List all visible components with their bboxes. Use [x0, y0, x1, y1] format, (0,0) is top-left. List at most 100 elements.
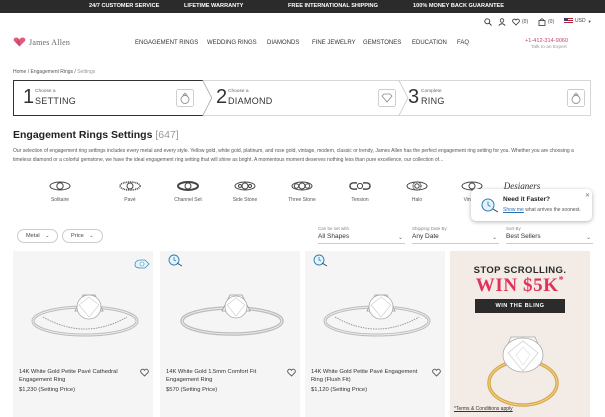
page-title: Engagement Rings Settings [647] — [13, 129, 179, 141]
breadcrumb-engagement-rings[interactable]: Engagement Rings — [31, 69, 74, 75]
cart-count: (0) — [548, 19, 555, 25]
cart-button[interactable]: (0) — [538, 18, 554, 26]
announcement-warranty: LIFETIME WARRANTY — [184, 3, 244, 9]
wishlist-count: (0) — [522, 19, 529, 25]
ring-image — [31, 294, 139, 337]
site-header: James Allen ENGAGEMENT RINGS WEDDING RIN… — [0, 13, 605, 63]
metal-filter-label: Metal — [26, 233, 40, 239]
metal-filter[interactable]: Metal ⌄ — [17, 229, 59, 243]
show-me-link[interactable]: Show me — [503, 207, 524, 213]
delivery-badge-icon — [134, 259, 150, 269]
style-solitaire[interactable]: Solitaire — [40, 180, 80, 203]
tension-ring-icon — [349, 182, 371, 190]
promo-ring-image — [487, 336, 559, 407]
style-pave[interactable]: Pavé — [110, 180, 150, 203]
promo-offer-mark: * — [558, 275, 565, 286]
search-icon — [484, 18, 492, 26]
nav-diamonds[interactable]: DIAMONDS — [267, 40, 299, 46]
ring-icon — [567, 89, 585, 107]
style-channel-set[interactable]: Channel Set — [168, 180, 208, 203]
logo-text: James Allen — [29, 37, 71, 47]
account-button[interactable] — [498, 18, 506, 26]
step-setting[interactable]: 1 Choose a SETTING — [13, 80, 208, 116]
step-subtitle: Complete — [421, 89, 442, 94]
shipping-date-value: Any Date — [412, 233, 439, 240]
currency-selector[interactable]: USD ▼ — [564, 18, 592, 24]
breadcrumb-current: Settings — [77, 69, 96, 75]
step-title: DIAMOND — [228, 96, 273, 106]
style-label: Halo — [411, 197, 423, 203]
product-card[interactable]: 14K White Gold 1.5mm Comfort Fit Engagem… — [160, 251, 300, 417]
heart-logo-icon — [13, 37, 26, 47]
fast-delivery-badge-icon — [168, 254, 183, 267]
heart-icon[interactable] — [287, 368, 296, 377]
logo[interactable]: James Allen — [13, 37, 70, 47]
style-tension[interactable]: Tension — [340, 180, 380, 203]
nav-gemstones[interactable]: GEMSTONES — [363, 40, 401, 46]
wishlist-button[interactable]: (0) — [512, 18, 528, 26]
popup-message-text: what arrives the soonest. — [523, 207, 581, 213]
product-name[interactable]: 14K White Gold Petite Pavé Engagement Ri… — [311, 368, 421, 384]
step-subtitle: Choose a — [35, 89, 56, 94]
product-name[interactable]: 14K White Gold 1.5mm Comfort Fit Engagem… — [166, 368, 276, 384]
chevron-down-icon: ⌄ — [491, 235, 497, 241]
chevron-down-icon: ⌄ — [89, 233, 94, 239]
result-count: [647] — [155, 129, 179, 141]
win-the-bling-button[interactable]: WIN THE BLING — [475, 299, 565, 313]
heart-icon[interactable] — [432, 368, 441, 377]
step-diamond[interactable]: 2 Choose a DIAMOND — [208, 80, 403, 116]
step-title: RING — [421, 96, 445, 106]
product-name[interactable]: 14K White Gold Petite Pavé Cathedral Eng… — [19, 368, 129, 384]
shipping-date-select[interactable]: Shipping Date By Any Date ⌄ — [412, 226, 499, 244]
progress-steps: 1 Choose a SETTING 2 Choose a DIAMOND 3 … — [13, 80, 591, 116]
breadcrumb-home[interactable]: Home — [13, 69, 26, 75]
style-side-stone[interactable]: Side Stone — [225, 180, 265, 203]
product-price: $1,120 (Setting Price) — [311, 387, 368, 393]
sort-select[interactable]: Sort By Best Sellers ⌄ — [506, 226, 593, 244]
chevron-down-icon: ⌄ — [45, 233, 50, 239]
style-label: Tension — [351, 197, 369, 203]
sort-label: Sort By — [506, 226, 521, 231]
product-card[interactable]: 14K White Gold Petite Pavé Engagement Ri… — [305, 251, 445, 417]
nav-education[interactable]: EDUCATION — [412, 40, 447, 46]
style-label: Pavé — [124, 197, 136, 203]
style-label: Side Stone — [232, 197, 258, 203]
heart-icon[interactable] — [140, 368, 149, 377]
announcement-service: 24/7 CUSTOMER SERVICE — [89, 3, 160, 9]
nav-wedding-rings[interactable]: WEDDING RINGS — [207, 40, 257, 46]
side-stone-ring-icon — [234, 181, 256, 191]
phone-number[interactable]: +1-412-314-9060 — [525, 38, 568, 44]
close-icon[interactable]: ✕ — [585, 192, 590, 199]
product-price: $1,230 (Setting Price) — [19, 387, 76, 393]
price-filter[interactable]: Price ⌄ — [62, 229, 103, 243]
shape-select-value: All Shapes — [318, 233, 350, 240]
halo-ring-icon — [406, 181, 428, 191]
price-filter-label: Price — [71, 233, 84, 239]
heart-icon — [512, 18, 520, 26]
promo-banner[interactable]: STOP SCROLLING. WIN $5K* WIN THE BLING *… — [450, 251, 590, 417]
style-label: Solitaire — [50, 197, 70, 203]
chat-link[interactable]: Talk to an Expert — [531, 45, 567, 50]
diamond-icon — [378, 89, 396, 107]
search-button[interactable] — [484, 18, 492, 26]
style-halo[interactable]: Halo — [397, 180, 437, 203]
terms-link[interactable]: *Terms & Conditions apply — [454, 406, 513, 412]
currency-label: USD — [575, 18, 586, 24]
ring-style-filter: Solitaire Pavé Channel Set Side Stone Th… — [40, 180, 540, 210]
product-price: $570 (Setting Price) — [166, 387, 218, 393]
nav-faq[interactable]: FAQ — [457, 40, 469, 46]
breadcrumb: Home / Engagement Rings / Settings — [13, 69, 95, 75]
step-ring[interactable]: 3 Complete RING — [403, 80, 591, 116]
step-number: 2 — [216, 86, 228, 108]
shape-select[interactable]: Can be set with All Shapes ⌄ — [318, 226, 405, 244]
page-description: Our selection of engagement ring setting… — [13, 148, 574, 163]
style-label: Three Stone — [288, 197, 316, 203]
nav-fine-jewelry[interactable]: FINE JEWELRY — [312, 40, 356, 46]
product-card[interactable]: 14K White Gold Petite Pavé Cathedral Eng… — [13, 251, 153, 417]
nav-engagement-rings[interactable]: ENGAGEMENT RINGS — [135, 40, 198, 46]
promo-offer: WIN $5K* — [450, 275, 590, 297]
announcement-bar: 24/7 CUSTOMER SERVICE LIFETIME WARRANTY … — [0, 0, 605, 13]
style-three-stone[interactable]: Three Stone — [282, 180, 322, 203]
us-flag-icon — [564, 18, 573, 24]
sort-value: Best Sellers — [506, 233, 541, 240]
